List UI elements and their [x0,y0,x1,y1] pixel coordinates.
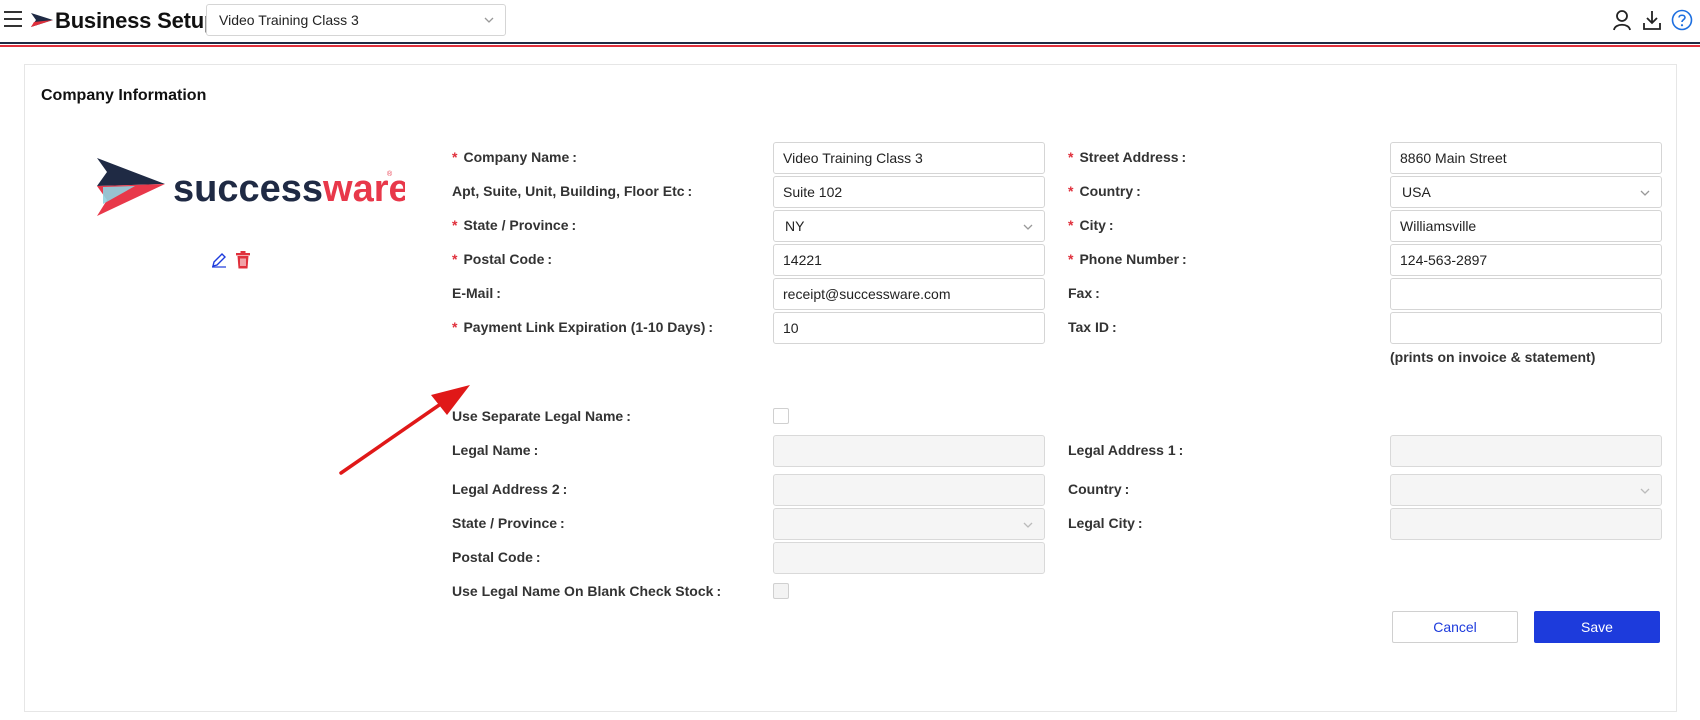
label-legal-postal-code: Postal Code: [452,549,541,565]
company-logo: successware ® [97,158,405,216]
country-select[interactable]: USA [1390,176,1662,208]
label-legal-city: Legal City: [1068,515,1143,531]
legal-address-1-input[interactable] [1390,435,1662,467]
label-postal-code: * Postal Code: [452,251,553,267]
header-rule-navy [0,42,1700,44]
label-country: * Country: [1068,183,1141,199]
legal-name-input[interactable] [773,435,1045,467]
use-legal-name-on-check-checkbox[interactable] [773,583,789,599]
label-apt-suite: Apt, Suite, Unit, Building, Floor Etc: [452,183,693,199]
user-icon[interactable] [1612,9,1632,31]
label-payment-link-expiration: * Payment Link Expiration (1-10 Days): [452,319,714,335]
label-tax-id: Tax ID: [1068,319,1117,335]
label-use-legal-name-on-check: Use Legal Name On Blank Check Stock: [452,583,722,599]
legal-postal-code-input[interactable] [773,542,1045,574]
card-title: Company Information [41,87,207,104]
label-fax: Fax: [1068,285,1100,301]
label-legal-country: Country: [1068,481,1130,497]
postal-code-input[interactable]: 14221 [773,244,1045,276]
state-province-value: NY [785,218,805,234]
chevron-down-icon [484,17,494,23]
label-use-separate-legal-name: Use Separate Legal Name: [452,408,631,424]
label-phone-number: * Phone Number: [1068,251,1187,267]
label-company-name: * Company Name: [452,149,577,165]
header-rule-red [0,45,1700,47]
label-city: * City: [1068,217,1114,233]
label-legal-address-1: Legal Address 1: [1068,442,1184,458]
menu-icon[interactable] [4,11,22,27]
save-button[interactable]: Save [1534,611,1660,643]
cancel-button[interactable]: Cancel [1392,611,1518,643]
download-icon[interactable] [1642,9,1662,31]
label-state-province: * State / Province: [452,217,577,233]
country-value: USA [1402,184,1431,200]
label-email: E-Mail: [452,285,501,301]
legal-city-input[interactable] [1390,508,1662,540]
label-legal-name: Legal Name: [452,442,539,458]
apt-suite-input[interactable]: Suite 102 [773,176,1045,208]
tax-id-input[interactable] [1390,312,1662,344]
logo-text-red: ware [322,168,405,210]
phone-number-input[interactable]: 124-563-2897 [1390,244,1662,276]
state-province-select[interactable]: NY [773,210,1045,242]
label-legal-state-province: State / Province: [452,515,565,531]
company-name-input[interactable]: Video Training Class 3 [773,142,1045,174]
chevron-down-icon [1640,190,1650,196]
company-selector[interactable]: Video Training Class 3 [206,4,506,36]
logo-text-dark: success [173,168,323,210]
help-icon[interactable] [1671,9,1693,31]
tax-id-hint: (prints on invoice & statement) [1390,349,1596,365]
delete-logo-icon[interactable] [235,251,251,269]
app-title: Business Setup [55,8,218,33]
chevron-down-icon [1640,488,1650,494]
annotation-arrow-icon [339,385,470,475]
legal-address-2-input[interactable] [773,474,1045,506]
legal-state-province-select[interactable] [773,508,1045,540]
chevron-down-icon [1023,224,1033,230]
email-input[interactable]: receipt@successware.com [773,278,1045,310]
label-legal-address-2: Legal Address 2: [452,481,568,497]
label-street-address: * Street Address: [1068,149,1187,165]
fax-input[interactable] [1390,278,1662,310]
street-address-input[interactable]: 8860 Main Street [1390,142,1662,174]
city-input[interactable]: Williamsville [1390,210,1662,242]
svg-text:®: ® [387,170,393,178]
legal-country-select[interactable] [1390,474,1662,506]
edit-logo-icon[interactable] [211,252,227,268]
use-separate-legal-name-checkbox[interactable] [773,408,789,424]
payment-link-expiration-input[interactable]: 10 [773,312,1045,344]
company-information-card: Company Information successware ® * Compa… [24,64,1677,712]
top-bar: Business Setup Video Training Class 3 [0,0,1700,47]
brand-arrow-icon [31,13,53,27]
company-selector-value: Video Training Class 3 [219,12,359,28]
svg-text:successware: successware [173,168,405,210]
chevron-down-icon [1023,522,1033,528]
